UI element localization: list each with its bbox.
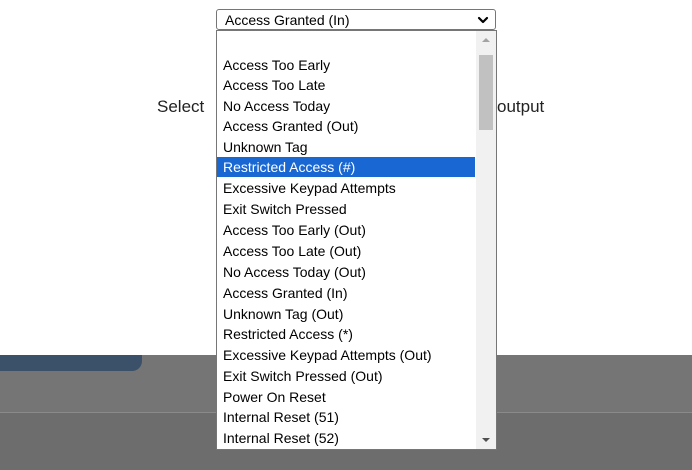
dropdown-option[interactable]: Access Granted (Out) [217,116,475,136]
dropdown-option[interactable]: Access Granted (In) [217,283,475,303]
event-select-dropdown[interactable]: Access Too Early Access Too Late No Access… [216,30,497,450]
footer-tab[interactable] [0,355,142,371]
dropdown-option[interactable]: Access Too Early [217,55,475,75]
dropdown-option[interactable]: Internal Reset (52) [217,428,475,448]
dropdown-option[interactable]: Unknown Tag (Out) [217,304,475,324]
scroll-thumb[interactable] [479,55,493,130]
page-text-select: Select [157,97,205,116]
dropdown-option[interactable]: Restricted Access (*) [217,324,475,344]
dropdown-option[interactable]: Exit Switch Pressed [217,199,475,219]
dropdown-option[interactable]: Excessive Keypad Attempts [217,178,475,198]
select-value: Access Granted (In) [225,12,350,28]
dropdown-option-blank[interactable] [217,34,475,54]
dropdown-option[interactable]: Exit Switch Pressed (Out) [217,366,475,386]
dropdown-option[interactable]: Power On Reset [217,387,475,407]
dropdown-option[interactable]: No Access Today (Out) [217,262,475,282]
dropdown-scrollbar[interactable] [476,31,496,449]
scroll-up-icon[interactable] [476,31,496,49]
dropdown-option[interactable]: Access Too Late (Out) [217,241,475,261]
page-text-output: output [497,97,545,116]
dropdown-option[interactable]: Restricted Access (#) [217,157,475,177]
dropdown-option[interactable]: Access Too Early (Out) [217,220,475,240]
dropdown-options: Access Too Early Access Too Late No Access… [217,31,475,449]
dropdown-option[interactable]: Excessive Keypad Attempts (Out) [217,345,475,365]
event-select[interactable]: Access Granted (In) [216,9,496,30]
dropdown-option[interactable]: Internal Reset (51) [217,407,475,427]
dropdown-option[interactable]: Access Too Late [217,75,475,95]
scroll-down-icon[interactable] [476,431,496,449]
dropdown-option[interactable]: Unknown Tag [217,137,475,157]
chevron-down-icon [477,13,489,29]
dropdown-option[interactable]: No Access Today [217,96,475,116]
